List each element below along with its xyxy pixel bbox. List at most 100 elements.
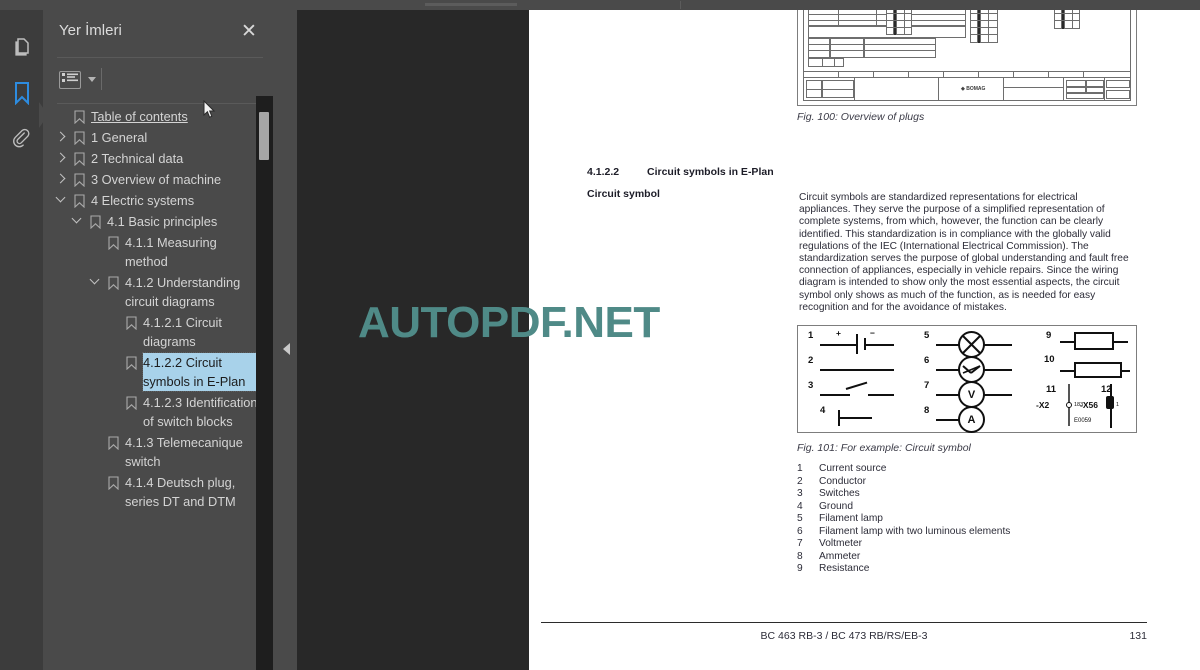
bookmarks-scrollbar-track[interactable] — [256, 96, 273, 670]
filament-lamp-symbol — [958, 331, 985, 358]
symbol-number-9: 9 — [1046, 330, 1052, 341]
legend-row: 7 Voltmeter — [797, 538, 1010, 551]
legend-number: 9 — [797, 563, 803, 574]
bookmark-item-label: 4.1.2.2 Circuit symbols in E-Plan — [142, 352, 263, 392]
bookmarks-panel-title: Yer İmleri — [59, 22, 122, 39]
bookmark-item[interactable]: 4.1.2.2 Circuit symbols in E-Plan — [43, 352, 263, 392]
chevron-down-icon[interactable] — [87, 273, 105, 292]
legend-text: Voltmeter — [819, 538, 863, 549]
symbol-number-1: 1 — [808, 330, 814, 341]
figure-101-caption: Fig. 101: For example: Circuit symbol — [797, 442, 971, 454]
bookmark-item[interactable]: 1 General — [43, 127, 263, 148]
chevron-right-icon[interactable] — [53, 149, 71, 168]
figure-legend: 1 Current source 2 Conductor 3 Switches 4 Groun… — [797, 463, 1010, 576]
bookmark-item[interactable]: 4.1.2.3 Identification of switch blocks — [43, 392, 263, 432]
bookmark-item[interactable]: 4.1 Basic principles — [43, 211, 263, 232]
bookmark-icon — [87, 212, 107, 231]
battery-plus-label: + — [836, 328, 841, 338]
mouse-cursor — [203, 99, 216, 120]
legend-row: 4 Ground — [797, 501, 1010, 514]
bookmark-item[interactable]: 4.1.2.1 Circuit diagrams — [43, 312, 263, 352]
rail-item-attachments[interactable] — [0, 116, 43, 162]
bookmark-item-label: 4 Electric systems — [91, 193, 195, 208]
legend-row: 2 Conductor — [797, 476, 1010, 489]
bookmark-item[interactable]: 4.1.2 Understanding circuit diagrams — [43, 272, 263, 312]
symbol-number-3: 3 — [808, 380, 814, 391]
bookmark-item-label: 2 Technical data — [91, 151, 184, 166]
bookmark-icon — [71, 170, 91, 189]
dual-filament-lamp-symbol — [958, 356, 985, 383]
collapse-sidebar-icon[interactable] — [283, 343, 290, 355]
legend-row: 1 Current source — [797, 463, 1010, 476]
bookmarks-scrollbar-thumb[interactable] — [259, 112, 269, 160]
bookmark-item-label: Table of contents — [91, 109, 188, 124]
bookmarks-panel-header: Yer İmleri ✕ — [43, 10, 275, 53]
bookmark-item-label: 1 General — [91, 130, 148, 145]
legend-number: 3 — [797, 488, 803, 499]
attachment-icon — [11, 128, 33, 150]
legend-number: 1 — [797, 463, 803, 474]
chevron-right-icon[interactable] — [53, 128, 71, 147]
voltmeter-symbol: V — [958, 381, 985, 408]
bookmark-item-label: 4.1.2.3 Identification of switch blocks — [143, 395, 258, 429]
legend-row: 8 Ammeter — [797, 551, 1010, 564]
legend-text: Ammeter — [819, 550, 861, 562]
bookmark-item[interactable]: 4.1.3 Telemecanique switch — [43, 432, 263, 472]
bookmark-item[interactable]: 4.1.1 Measuring method — [43, 232, 263, 272]
bookmark-icon — [71, 149, 91, 168]
symbol-number-10: 10 — [1044, 354, 1055, 365]
bookmark-item-label: 4.1 Basic principles — [107, 214, 218, 229]
chevron-down-icon[interactable] — [53, 191, 71, 210]
watermark: AUTOPDF.NET — [358, 298, 660, 347]
chevron-down-icon[interactable] — [69, 212, 87, 231]
bookmark-item[interactable]: 4 Electric systems — [43, 190, 263, 211]
legend-text: Ground — [819, 500, 853, 512]
bookmark-item-label: 3 Overview of machine — [91, 172, 222, 187]
bookmark-item-label: 4.1.3 Telemecanique switch — [125, 435, 247, 469]
sidebar-icon-rail — [0, 10, 48, 670]
legend-row: 5 Filament lamp — [797, 513, 1010, 526]
bookmark-item[interactable]: 3 Overview of machine — [43, 169, 263, 190]
body-paragraph: Circuit symbols are standardized represe… — [799, 192, 1129, 313]
bookmark-item[interactable]: 2 Technical data — [43, 148, 263, 169]
chevron-right-icon[interactable] — [53, 170, 71, 189]
drawing-code: E0059 — [1074, 418, 1092, 424]
footer-page-number: 131 — [1129, 630, 1147, 642]
panel-divider-top — [57, 57, 263, 58]
legend-row: 3 Switches — [797, 488, 1010, 501]
chevron-down-icon[interactable] — [88, 77, 96, 82]
bookmark-icon — [105, 233, 125, 252]
bookmark-icon — [71, 107, 91, 126]
bookmark-icon — [105, 433, 125, 452]
bookmark-item[interactable]: 4.1.4 Deutsch plug, series DT and DTM — [43, 472, 263, 512]
viewer-toolbar-strip — [0, 0, 1200, 10]
connector-x2-label: -X2 — [1036, 400, 1050, 410]
legend-text: Current source — [819, 463, 887, 474]
figure-100-caption: Fig. 100: Overview of plugs — [797, 111, 925, 123]
pdf-reader-window: Yer İmleri ✕ Table of contents 1 General 2… — [0, 0, 1200, 670]
symbol-number-8: 8 — [924, 405, 930, 416]
footer-divider — [541, 622, 1147, 623]
bookmark-item-label: 4.1.2 Understanding circuit diagrams — [125, 275, 244, 309]
legend-number: 6 — [797, 525, 803, 537]
rail-item-bookmarks[interactable] — [0, 70, 43, 116]
connector-x2-pin-icon — [1066, 402, 1072, 408]
bookmark-icon — [71, 128, 91, 147]
bookmark-item[interactable]: Table of contents — [43, 106, 263, 127]
bookmark-tree: Table of contents 1 General 2 Technical da… — [43, 106, 263, 670]
bookmark-icon — [123, 313, 143, 332]
legend-row: 9 Resistance — [797, 563, 1010, 576]
symbol-number-11: 11 — [1046, 384, 1057, 395]
sidebar-splitter[interactable] — [275, 10, 297, 670]
bookmarks-panel: Yer İmleri ✕ Table of contents 1 General 2… — [43, 10, 275, 670]
bookmark-options-button[interactable] — [59, 71, 81, 89]
rail-item-thumbnails[interactable] — [0, 24, 43, 70]
thumbnails-icon — [11, 36, 33, 58]
legend-text: Switches — [819, 488, 860, 499]
close-icon[interactable]: ✕ — [239, 21, 259, 41]
